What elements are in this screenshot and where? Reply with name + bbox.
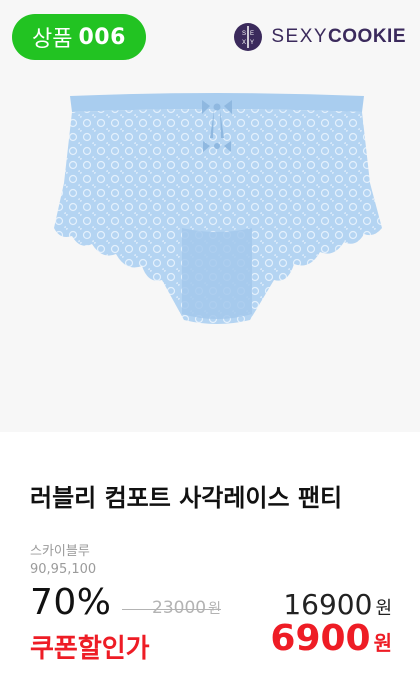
sale-price-currency: 원	[375, 598, 392, 619]
original-price: 23000 원	[122, 598, 221, 618]
product-title[interactable]: 러블리 컴포트 사각레이스 팬티	[30, 478, 342, 513]
discount-rate: 70%	[30, 582, 112, 623]
svg-text:S: S	[242, 31, 246, 37]
sale-price: 16900 원	[283, 588, 392, 621]
strikethrough-line	[122, 609, 221, 610]
coupon-price-currency: 원	[373, 631, 392, 655]
original-price-value: 23000	[152, 598, 207, 618]
badge-prefix: 상품	[32, 27, 73, 52]
product-image-area[interactable]: 상품 006 S E X Y SEXYCOOKIE	[0, 0, 420, 432]
coupon-price: 6900 원	[270, 618, 392, 659]
product-sizes: 90,95,100	[30, 562, 97, 577]
svg-text:X: X	[242, 40, 246, 46]
product-number-badge: 상품 006	[12, 14, 146, 60]
coupon-price-label: 쿠폰할인가	[30, 634, 150, 664]
brand-name: SEXYCOOKIE	[271, 26, 406, 47]
lace-panty-image	[54, 93, 382, 324]
coupon-price-value: 6900	[270, 618, 371, 659]
svg-text:E: E	[250, 31, 254, 37]
product-color: 스카이블루	[30, 544, 90, 559]
brand-emblem-icon: S E X Y	[234, 23, 263, 51]
brand-logo: S E X Y SEXYCOOKIE	[233, 22, 406, 52]
sale-price-value: 16900	[283, 588, 373, 621]
badge-number: 006	[78, 24, 126, 50]
svg-text:Y: Y	[250, 40, 254, 46]
